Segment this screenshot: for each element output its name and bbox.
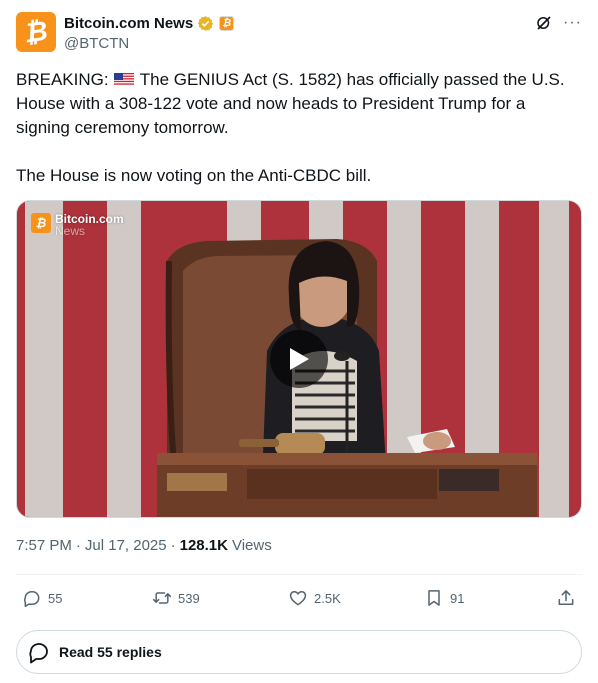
like-button[interactable]: 2.5K — [288, 588, 341, 608]
author-handle[interactable]: @BTCTN — [64, 35, 234, 52]
us-flag-icon — [114, 73, 135, 86]
post-time[interactable]: 7:57 PM — [16, 537, 72, 554]
play-icon — [290, 348, 309, 370]
bookmark-button[interactable]: 91 — [424, 588, 464, 608]
author-avatar[interactable]: ₿ — [16, 12, 56, 52]
views-count: 128.1K — [179, 537, 228, 554]
author-names: Bitcoin.com News ₿ @BTCTN — [64, 13, 235, 52]
tweet-meta: 7:57 PM · Jul 17, 2025 · 128.1K Views — [16, 537, 272, 554]
meta-separator: · — [75, 537, 81, 554]
author-display-name[interactable]: Bitcoin.com News — [64, 15, 193, 32]
video-player[interactable]: ₿ Bitcoin.com News — [16, 200, 582, 518]
views-label: Views — [231, 537, 272, 554]
share-icon — [558, 590, 574, 605]
share-button[interactable] — [556, 588, 582, 608]
affiliate-badge-icon[interactable]: ₿ — [219, 15, 235, 31]
bookmark-icon — [428, 590, 440, 606]
heart-icon — [289, 591, 307, 606]
tweet-header: ₿ Bitcoin.com News ₿ @BTCTN ··· — [16, 12, 582, 54]
post-date[interactable]: Jul 17, 2025 — [85, 537, 167, 554]
grok-icon[interactable] — [535, 14, 553, 32]
repost-count: 539 — [178, 590, 200, 606]
repost-icon — [152, 592, 172, 604]
tweet-prefix: BREAKING: — [16, 70, 114, 89]
verified-badge-icon[interactable] — [197, 15, 214, 32]
read-replies-label: Read 55 replies — [59, 644, 162, 660]
speech-bubble-icon — [29, 643, 48, 664]
watermark-bitcoin-icon: ₿ — [31, 213, 51, 233]
meta-separator: · — [170, 537, 176, 554]
tweet-paragraph-2: The House is now voting on the Anti-CBDC… — [16, 166, 372, 185]
watermark-subtitle: News — [55, 224, 86, 238]
more-options-icon[interactable]: ··· — [563, 15, 582, 31]
reply-button[interactable]: 55 — [22, 588, 62, 608]
tweet-text: BREAKING: The GENIUS Act (S. 1582) has o… — [16, 68, 582, 188]
action-bar: 55 539 2.5K 91 — [16, 584, 582, 614]
read-replies-button[interactable]: Read 55 replies — [16, 630, 582, 674]
divider — [16, 574, 582, 575]
watermark-text: Bitcoin.com News — [55, 213, 124, 237]
video-watermark: ₿ Bitcoin.com News — [31, 213, 124, 237]
play-button[interactable] — [270, 330, 328, 388]
header-actions: ··· — [535, 12, 582, 34]
reply-count: 55 — [48, 590, 63, 606]
reply-icon — [24, 591, 40, 608]
tweet-paragraph-1: BREAKING: The GENIUS Act (S. 1582) has o… — [16, 68, 582, 140]
repost-button[interactable]: 539 — [152, 588, 200, 608]
bitcoin-logo-icon: ₿ — [22, 15, 50, 49]
like-count: 2.5K — [314, 590, 341, 606]
bookmark-count: 91 — [450, 590, 465, 606]
